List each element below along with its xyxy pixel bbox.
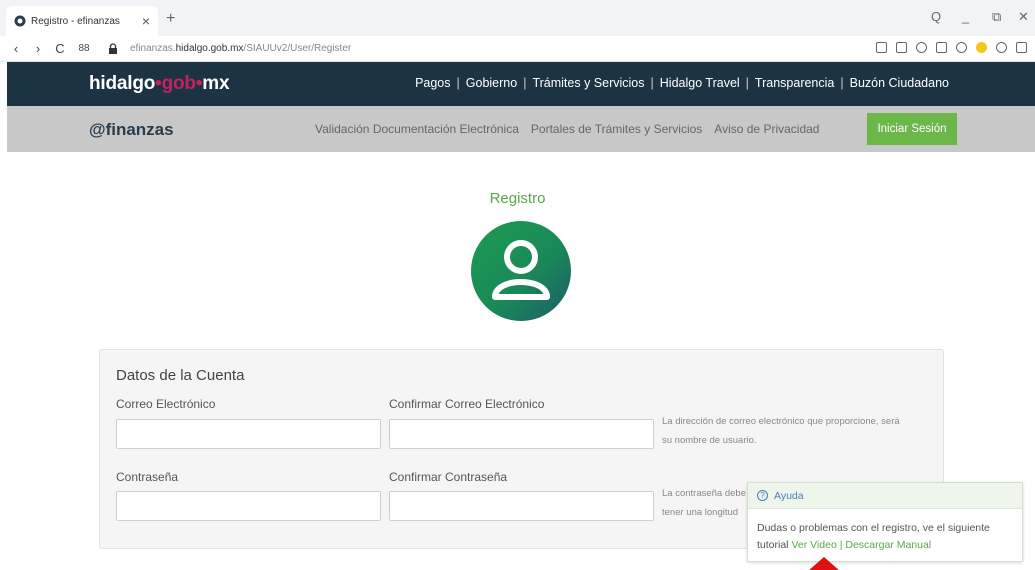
site-favicon-icon xyxy=(14,15,26,27)
extension-icon[interactable] xyxy=(976,42,987,53)
email-hint: La dirección de correo electrónico que p… xyxy=(662,416,900,446)
site-top-nav: hidalgo•gob•mx Pagos | Gobierno | Trámit… xyxy=(7,62,1035,106)
nav-gobierno[interactable]: Gobierno xyxy=(460,76,523,90)
email-confirm-label: Confirmar Correo Electrónico xyxy=(389,397,545,411)
user-silhouette-icon xyxy=(492,240,550,300)
help-question-icon: ? xyxy=(757,490,768,501)
help-separator: | xyxy=(839,539,843,551)
tab-title: Registro - efinanzas xyxy=(31,15,120,27)
user-avatar-icon xyxy=(471,221,571,321)
password-input[interactable] xyxy=(116,491,381,521)
help-body: Dudas o problemas con el registro, ve el… xyxy=(748,509,1022,554)
restore-button[interactable]: ⧉ xyxy=(992,9,1001,25)
browser-search-icon[interactable]: Q xyxy=(931,9,941,24)
card-title: Datos de la Cuenta xyxy=(116,367,245,384)
help-title: Ayuda xyxy=(774,489,804,502)
play-icon[interactable] xyxy=(936,42,947,53)
browser-tab-bar: Registro - efinanzas × + Q _ ⧉ ✕ xyxy=(0,0,1035,36)
brand-logo[interactable]: hidalgo•gob•mx xyxy=(89,73,230,95)
red-arrow-pointer-icon xyxy=(808,557,840,570)
password-hint: La contraseña debe tener una longitud xyxy=(662,488,746,518)
download-manual-link[interactable]: Descargar Manual xyxy=(845,539,931,551)
extension-toolbar xyxy=(876,42,1027,53)
password-confirm-label: Confirmar Contraseña xyxy=(389,470,508,484)
tab-close-icon[interactable]: × xyxy=(142,13,150,29)
camera-icon[interactable] xyxy=(896,42,907,53)
watch-video-link[interactable]: Ver Video xyxy=(791,539,836,551)
close-window-button[interactable]: ✕ xyxy=(1018,9,1029,25)
cube-icon[interactable] xyxy=(996,42,1007,53)
edit-icon[interactable] xyxy=(876,42,887,53)
forward-button[interactable]: › xyxy=(32,41,44,56)
menu-icon[interactable] xyxy=(1016,42,1027,53)
apps-grid-button[interactable]: 88 xyxy=(76,43,92,54)
help-panel: ? Ayuda Dudas o problemas con el registr… xyxy=(747,482,1023,562)
nav-portales[interactable]: Portales de Trámites y Servicios xyxy=(531,122,702,136)
minimize-button[interactable]: _ xyxy=(962,9,969,24)
top-menu: Pagos | Gobierno | Trámites y Servicios … xyxy=(409,76,955,90)
back-button[interactable]: ‹ xyxy=(10,41,22,56)
page-title: Registro xyxy=(489,190,546,207)
lock-icon xyxy=(109,43,117,54)
new-tab-button[interactable]: + xyxy=(166,10,175,28)
email-confirm-input[interactable] xyxy=(389,419,654,449)
sub-menu: Validación Documentación Electrónica Por… xyxy=(315,122,819,136)
heart-icon[interactable] xyxy=(956,42,967,53)
site-sub-nav: @finanzas Validación Documentación Elect… xyxy=(7,106,1035,152)
password-label: Contraseña xyxy=(116,470,179,484)
nav-aviso-privacidad[interactable]: Aviso de Privacidad xyxy=(714,122,819,136)
nav-validacion[interactable]: Validación Documentación Electrónica xyxy=(315,122,519,136)
browser-tab[interactable]: Registro - efinanzas × xyxy=(6,6,158,36)
efinanzas-logo[interactable]: @finanzas xyxy=(89,120,174,140)
nav-buzon[interactable]: Buzón Ciudadano xyxy=(844,76,955,90)
nav-hidalgo-travel[interactable]: Hidalgo Travel xyxy=(654,76,746,90)
email-label: Correo Electrónico xyxy=(116,397,216,411)
password-confirm-input[interactable] xyxy=(389,491,654,521)
nav-pagos[interactable]: Pagos xyxy=(409,76,456,90)
email-input[interactable] xyxy=(116,419,381,449)
shield-icon[interactable] xyxy=(916,42,927,53)
url-field[interactable]: efinanzas.hidalgo.gob.mx/SIAUUv2/User/Re… xyxy=(130,43,351,54)
reload-button[interactable]: C xyxy=(54,41,66,56)
nav-tramites[interactable]: Trámites y Servicios xyxy=(526,76,650,90)
help-header[interactable]: ? Ayuda xyxy=(748,483,1022,509)
nav-transparencia[interactable]: Transparencia xyxy=(749,76,840,90)
login-button[interactable]: Iniciar Sesión xyxy=(867,113,957,145)
